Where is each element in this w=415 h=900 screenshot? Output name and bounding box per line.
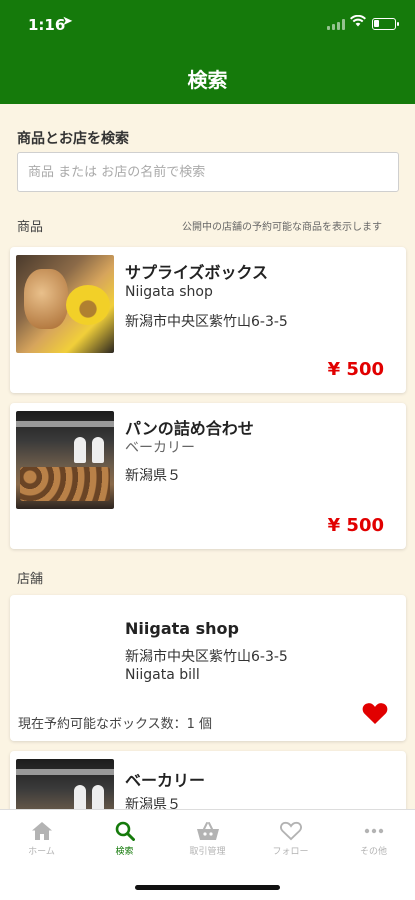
basket-icon: [196, 822, 219, 840]
product-price: ¥ 500: [327, 515, 384, 536]
product-address: 新潟市中央区紫竹山6-3-5: [125, 314, 288, 330]
products-section-note: 公開中の店舗の予約可能な商品を表示します: [182, 222, 382, 233]
shop-image: [16, 759, 114, 809]
page-title: 検索: [187, 68, 228, 92]
app-header: 1:16 ➤ 検索: [0, 0, 415, 104]
tab-more[interactable]: その他: [332, 810, 415, 866]
product-price: ¥ 500: [327, 359, 384, 380]
battery-icon: [372, 18, 399, 30]
shop-name: Niigata shop: [125, 619, 239, 638]
product-card[interactable]: パンの詰め合わせ ベーカリー 新潟県５ ¥ 500: [10, 403, 406, 549]
cellular-signal-icon: [327, 19, 345, 30]
tab-label: フォロー: [272, 847, 309, 857]
tab-label: 取引管理: [189, 847, 226, 857]
favorite-heart-icon[interactable]: [362, 702, 388, 725]
product-shop: Niigata shop: [125, 284, 213, 300]
tab-transactions[interactable]: 取引管理: [166, 810, 249, 866]
shop-building: Niigata bill: [125, 667, 200, 683]
search-content[interactable]: 商品とお店を検索 商品 公開中の店舗の予約可能な商品を表示します サプライズボッ…: [0, 104, 415, 809]
search-input[interactable]: [17, 152, 399, 192]
location-arrow-icon: ➤: [62, 14, 73, 29]
product-address: 新潟県５: [125, 468, 181, 484]
shop-address: 新潟市中央区紫竹山6-3-5: [125, 649, 288, 665]
product-image: [16, 411, 114, 509]
product-image: [16, 255, 114, 353]
product-shop: ベーカリー: [125, 440, 195, 456]
search-icon: [115, 821, 135, 841]
tab-search[interactable]: 検索: [83, 810, 166, 866]
more-icon: [364, 828, 383, 834]
status-time: 1:16: [28, 16, 66, 34]
tab-label: その他: [359, 847, 387, 857]
product-card[interactable]: サプライズボックス Niigata shop 新潟市中央区紫竹山6-3-5 ¥ …: [10, 247, 406, 393]
home-indicator: [135, 885, 280, 890]
product-name: パンの詰め合わせ: [125, 419, 254, 438]
products-section-title: 商品: [17, 220, 44, 235]
product-name: サプライズボックス: [125, 263, 269, 282]
shop-available-count: 現在予約可能なボックス数：1 個: [18, 717, 213, 732]
wifi-icon: [350, 14, 366, 31]
status-bar: 1:16 ➤: [0, 0, 415, 44]
shop-card[interactable]: Niigata shop 新潟市中央区紫竹山6-3-5 Niigata bill…: [10, 595, 406, 741]
shops-section-title: 店舗: [17, 572, 44, 587]
tab-label: 検索: [115, 847, 134, 857]
search-heading: 商品とお店を検索: [17, 131, 129, 147]
home-icon: [31, 822, 52, 840]
heart-outline-icon: [279, 821, 302, 841]
tab-home[interactable]: ホーム: [0, 810, 83, 866]
shop-address: 新潟県５: [125, 797, 181, 809]
tab-follow[interactable]: フォロー: [249, 810, 332, 866]
shop-card[interactable]: ベーカリー 新潟県５: [10, 751, 406, 809]
tab-label: ホーム: [28, 847, 55, 857]
shop-name: ベーカリー: [125, 771, 206, 790]
